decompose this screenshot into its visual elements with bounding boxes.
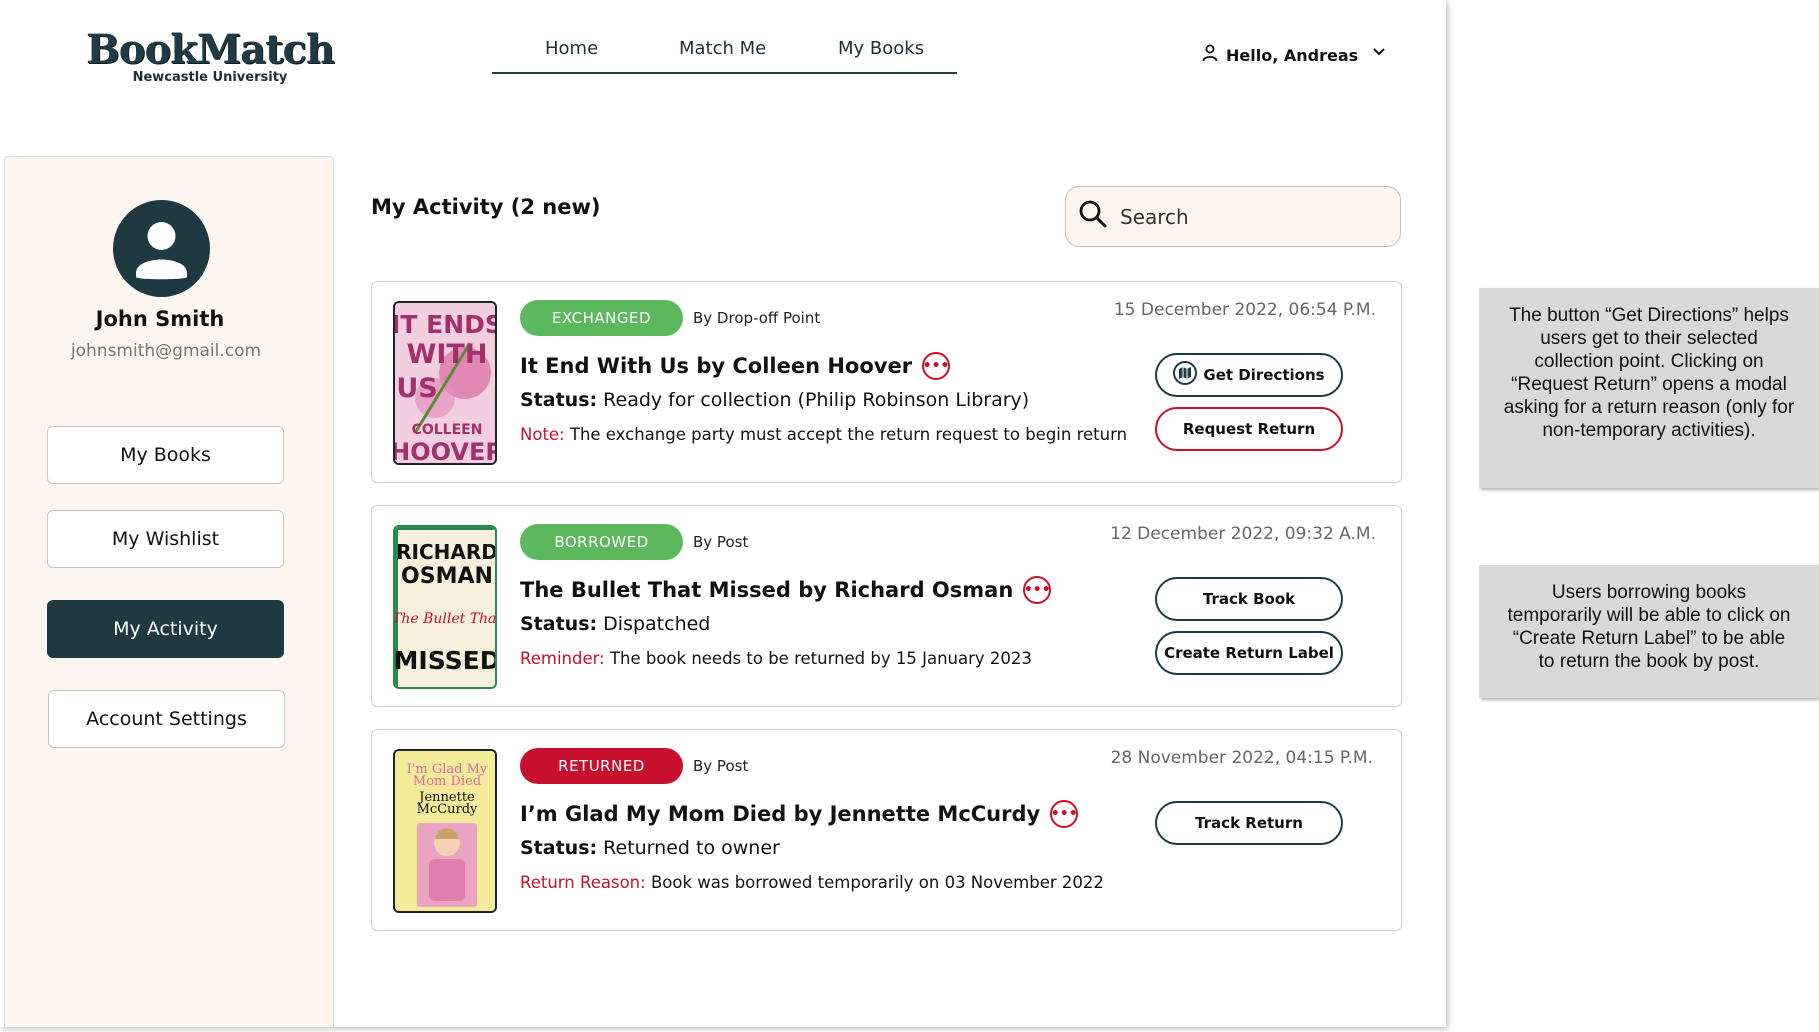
sidebar-item-label: Account Settings [86, 708, 247, 730]
activity-date: 28 November 2022, 04:15 P.M. [1110, 748, 1373, 768]
status-value: Ready for collection (Philip Robinson Li… [603, 389, 1030, 411]
status-badge: BORROWED [520, 524, 683, 560]
status-label: Status: [520, 613, 598, 635]
status-badge: RETURNED [520, 748, 683, 784]
request-return-button[interactable]: Request Return [1155, 407, 1343, 451]
status-value: Dispatched [603, 613, 711, 635]
book-cover[interactable]: IT ENDS WITH US COLLEEN HOOVER [393, 301, 497, 465]
status-badge: EXCHANGED [520, 300, 683, 336]
search-icon [1078, 199, 1108, 234]
get-directions-button[interactable]: Get Directions [1155, 353, 1343, 397]
track-return-label: Track Return [1195, 814, 1303, 832]
track-book-label: Track Book [1202, 590, 1296, 608]
status-label: Status: [520, 389, 598, 411]
cover-line: HOOVER [395, 438, 497, 465]
sidebar-item-account-settings[interactable]: Account Settings [48, 690, 285, 748]
book-title: I’m Glad My Mom Died by Jennette McCurdy… [520, 800, 1079, 828]
book-title-text: I’m Glad My Mom Died by Jennette McCurdy [520, 802, 1041, 826]
search-input[interactable] [1120, 204, 1380, 229]
note-label: Reminder: [520, 649, 605, 668]
activity-date: 12 December 2022, 09:32 A.M. [1110, 524, 1376, 544]
nav-match-me[interactable]: Match Me [679, 38, 766, 59]
status-line: Status: Dispatched [520, 613, 710, 635]
sidebar-item-my-wishlist[interactable]: My Wishlist [47, 510, 284, 568]
book-title-text: It End With Us by Colleen Hoover [520, 354, 913, 378]
annotation-note: The button “Get Directions” helps users … [1479, 288, 1819, 488]
more-options-icon[interactable]: ••• [922, 352, 951, 380]
sidebar-item-label: My Books [120, 444, 211, 466]
cover-line: US [396, 373, 437, 404]
cover-line: WITH [407, 339, 488, 370]
cover-line: COLLEEN [412, 422, 483, 438]
note-value: The exchange party must accept the retur… [569, 425, 1128, 444]
profile-email: johnsmith@gmail.com [70, 341, 262, 361]
cover-line: MISSED [395, 646, 497, 675]
track-return-button[interactable]: Track Return [1155, 801, 1343, 845]
cover-line: OSMAN [401, 564, 493, 589]
cover-line: The Bullet That [395, 611, 497, 627]
status-line: Status: Returned to owner [520, 837, 780, 859]
main-nav: Home Match Me My Books [492, 34, 957, 74]
get-directions-label: Get Directions [1203, 366, 1325, 384]
note-label: Return Reason: [520, 873, 646, 892]
search-box[interactable] [1065, 186, 1401, 247]
map-icon [1173, 361, 1198, 389]
nav-my-books[interactable]: My Books [838, 38, 924, 59]
cover-line: RICHARD [396, 540, 497, 564]
app-window: BookMatch Newcastle University Home Matc… [0, 0, 1446, 1027]
profile-name: John Smith [95, 307, 225, 331]
delivery-method: By Post [693, 533, 749, 551]
book-cover[interactable]: I'm Glad My Mom Died Jennette McCurdy [393, 749, 497, 913]
delivery-method: By Post [693, 757, 749, 775]
sidebar-item-my-activity[interactable]: My Activity [47, 600, 284, 658]
cover-line: IT ENDS [395, 310, 497, 339]
sidebar-item-my-books[interactable]: My Books [47, 426, 284, 484]
user-icon [1202, 44, 1218, 66]
sidebar: John Smith johnsmith@gmail.com My Books … [4, 156, 334, 1027]
status-value: Returned to owner [603, 837, 780, 859]
create-return-label-button[interactable]: Create Return Label [1155, 631, 1343, 675]
activity-card: I'm Glad My Mom Died Jennette McCurdy RE… [371, 729, 1402, 931]
book-title: The Bullet That Missed by Richard Osman … [520, 576, 1052, 604]
note-line: Reminder: The book needs to be returned … [520, 649, 1032, 668]
cover-line: Mom Died [413, 774, 481, 789]
book-title-text: The Bullet That Missed by Richard Osman [520, 578, 1014, 602]
logo-title: BookMatch [86, 26, 335, 73]
cover-line: McCurdy [417, 802, 478, 817]
book-title: It End With Us by Colleen Hoover ••• [520, 352, 951, 380]
track-book-button[interactable]: Track Book [1155, 577, 1343, 621]
more-options-icon[interactable]: ••• [1023, 576, 1052, 604]
nav-home[interactable]: Home [545, 38, 598, 59]
note-label: Note: [520, 425, 565, 444]
book-cover[interactable]: RICHARD OSMAN The Bullet That MISSED [393, 525, 497, 689]
note-value: Book was borrowed temporarily on 03 Nove… [650, 873, 1104, 892]
annotation-note: Users borrowing books temporarily will b… [1479, 565, 1819, 698]
delivery-method: By Drop-off Point [693, 309, 821, 327]
logo[interactable]: BookMatch Newcastle University [50, 26, 370, 86]
more-options-icon[interactable]: ••• [1050, 800, 1079, 828]
note-line: Note: The exchange party must accept the… [520, 425, 1127, 444]
activity-card: IT ENDS WITH US COLLEEN HOOVER EXCHANGED… [371, 281, 1402, 483]
user-menu[interactable]: Hello, Andreas [1202, 44, 1385, 66]
sidebar-item-label: My Wishlist [111, 528, 220, 550]
activity-card: RICHARD OSMAN The Bullet That MISSED BOR… [371, 505, 1402, 707]
note-value: The book needs to be returned by 15 Janu… [609, 649, 1032, 668]
note-line: Return Reason: Book was borrowed tempora… [520, 873, 1104, 892]
request-return-label: Request Return [1182, 420, 1316, 438]
user-greeting: Hello, Andreas [1226, 45, 1359, 65]
avatar[interactable] [113, 200, 210, 297]
status-label: Status: [520, 837, 598, 859]
page-title: My Activity (2 new) [371, 195, 601, 219]
activity-date: 15 December 2022, 06:54 P.M. [1113, 300, 1376, 320]
sidebar-item-label: My Activity [113, 618, 218, 640]
create-return-label-label: Create Return Label [1164, 644, 1334, 662]
chevron-down-icon[interactable] [1372, 42, 1386, 61]
status-line: Status: Ready for collection (Philip Rob… [520, 389, 1029, 411]
